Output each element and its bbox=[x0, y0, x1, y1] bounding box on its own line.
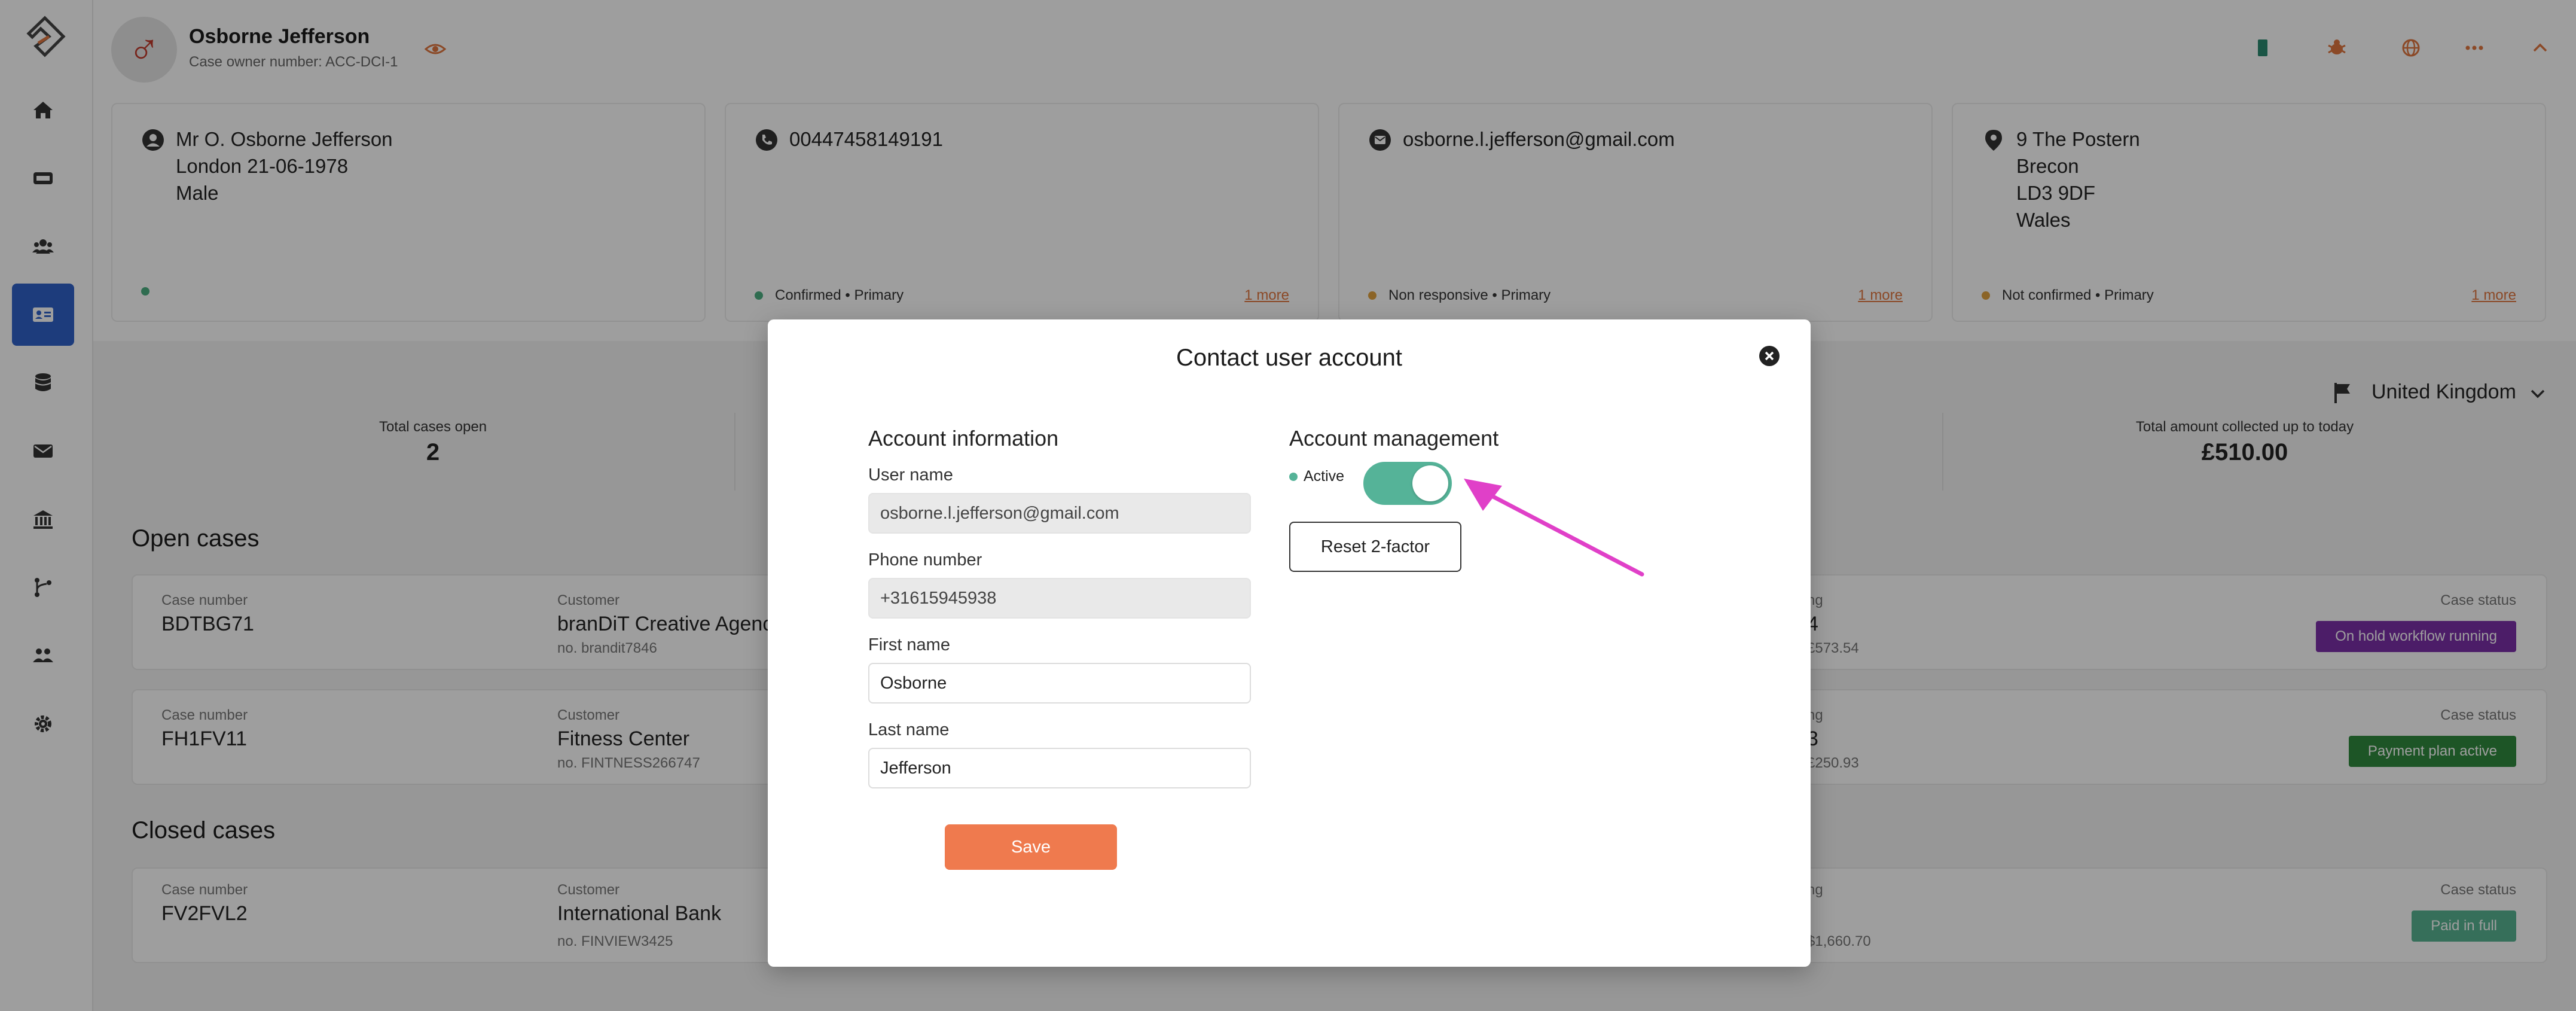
active-toggle[interactable] bbox=[1363, 462, 1452, 505]
last-name-label: Last name bbox=[868, 720, 950, 739]
modal-title: Contact user account bbox=[1176, 345, 1402, 371]
contact-user-account-modal: Contact user account Account information… bbox=[768, 319, 1811, 967]
status-dot bbox=[1289, 472, 1298, 481]
active-indicator: Active bbox=[1289, 468, 1344, 485]
save-button[interactable]: Save bbox=[945, 824, 1117, 870]
active-label: Active bbox=[1304, 468, 1345, 485]
toggle-knob bbox=[1412, 465, 1448, 501]
account-management-title: Account management bbox=[1289, 426, 1499, 450]
first-name-label: First name bbox=[868, 635, 950, 654]
phone-label: Phone number bbox=[868, 550, 982, 570]
last-name-field[interactable] bbox=[868, 748, 1251, 788]
first-name-field[interactable] bbox=[868, 663, 1251, 704]
account-information-title: Account information bbox=[868, 426, 1059, 450]
username-field bbox=[868, 493, 1251, 534]
username-label: User name bbox=[868, 465, 953, 485]
annotation-arrow-icon bbox=[1464, 479, 1644, 577]
phone-field bbox=[868, 578, 1251, 619]
close-icon[interactable] bbox=[1758, 345, 1781, 367]
reset-2-factor-button[interactable]: Reset 2-factor bbox=[1289, 522, 1461, 572]
